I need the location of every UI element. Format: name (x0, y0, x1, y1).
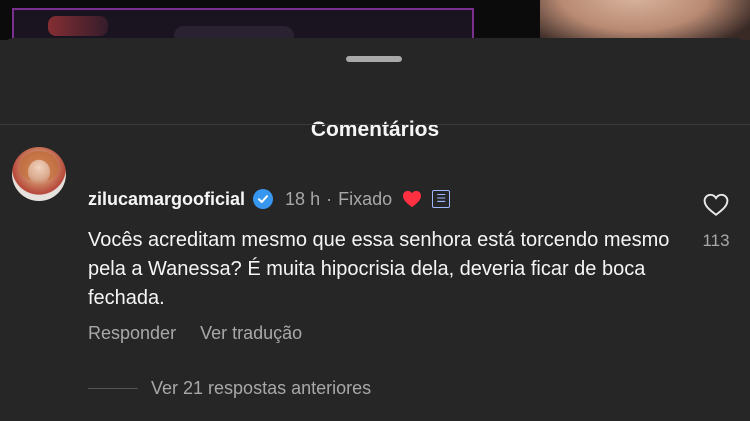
reply-button[interactable]: Responder (88, 323, 176, 344)
comment-header: zilucamargooficial 18 h · Fixado ☰ (88, 186, 451, 212)
meta-separator: · (326, 188, 333, 209)
pinned-label: Fixado (338, 188, 393, 209)
translate-button[interactable]: Ver tradução (200, 323, 302, 344)
comment-time: 18 h (285, 188, 321, 209)
view-replies[interactable]: Ver 21 respostas anteriores (88, 378, 371, 399)
comment-username[interactable]: zilucamargooficial (88, 189, 245, 210)
view-replies-label[interactable]: Ver 21 respostas anteriores (151, 378, 371, 399)
heart-outline-icon[interactable] (703, 193, 729, 222)
post-image-preview (12, 8, 474, 40)
like-count: 113 (702, 231, 730, 250)
comment-text: Vocês acreditam mesmo que essa senhora e… (88, 229, 670, 309)
comment-actions: Responder Ver tradução (88, 323, 302, 344)
heart-filled-icon (402, 190, 422, 208)
replies-divider (88, 388, 138, 389)
avatar[interactable] (12, 147, 66, 201)
drag-handle[interactable] (346, 56, 402, 62)
creator-badge-icon: ☰ (432, 190, 451, 208)
post-background (0, 0, 750, 40)
verified-badge-icon (253, 189, 274, 209)
sheet-title: Comentários (310, 118, 440, 141)
header-divider (0, 124, 750, 125)
like-control: 113 (694, 193, 738, 251)
post-photo-preview (540, 0, 750, 40)
